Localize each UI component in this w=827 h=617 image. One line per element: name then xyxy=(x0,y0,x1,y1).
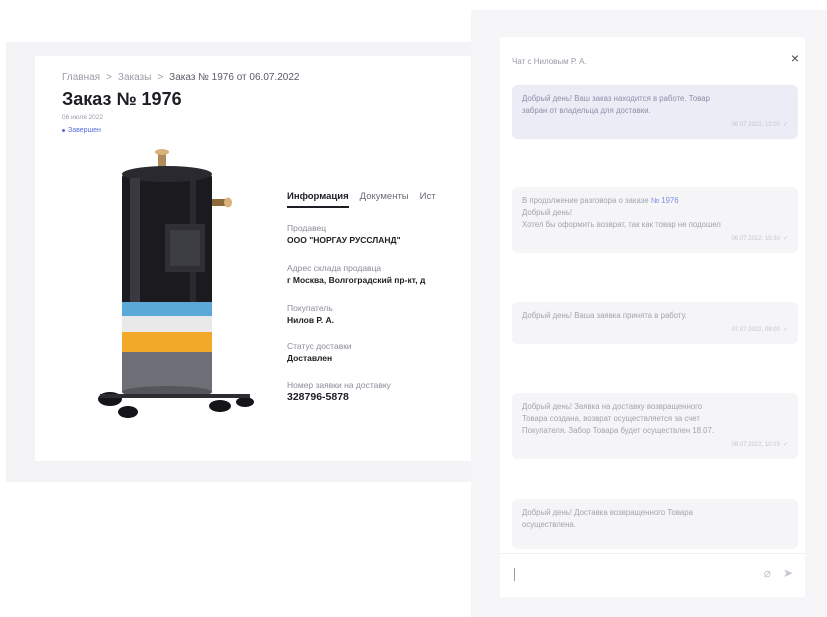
tab-history[interactable]: Ист xyxy=(420,191,436,206)
breadcrumb: Главная > Заказы > Заказ № 1976 от 06.07.202… xyxy=(62,72,299,83)
chat-input-bar: ⌀ ➤ xyxy=(500,553,805,597)
status-dot-icon xyxy=(62,128,65,132)
message-meta: 06.07.2022, 15:30 ✓ xyxy=(522,233,788,245)
read-check-icon: ✓ xyxy=(782,442,788,448)
field-value: ООО "НОРГАУ РУССЛАНД" xyxy=(287,235,401,245)
tab-documents[interactable]: Документы xyxy=(360,191,409,206)
chat-message: Добрый день! Ваша заявка принята в работ… xyxy=(512,302,798,344)
page-title: Заказ № 1976 xyxy=(62,89,182,109)
field-value: Нилов Р. А. xyxy=(287,315,335,325)
chat-panel: Чат с Ниловым Р. А. × Добрый день! Ваш з… xyxy=(471,10,827,617)
message-time: 06.07.2022, 15:30 xyxy=(731,236,780,242)
message-text: Добрый день! Заявка на доставку возвраще… xyxy=(522,402,703,411)
message-time: 06.07.2022, 12:00 xyxy=(731,122,780,128)
message-text: Хотел бы оформить возврат, так как товар… xyxy=(522,220,721,229)
product-image xyxy=(98,149,254,418)
message-text: Добрый день! Ваша заявка принята в работ… xyxy=(522,311,687,320)
field-label: Адрес склада продавца xyxy=(287,263,382,273)
field-value: г Москва, Волгоградский пр-кт, д xyxy=(287,275,426,285)
seller-field: Продавец ООО "НОРГАУ РУССЛАНД" xyxy=(287,223,401,246)
message-time: 07.07.2022, 09:00 xyxy=(731,327,780,333)
message-text: Добрый день! Ваш заказ находится в работ… xyxy=(522,94,710,103)
breadcrumb-separator: > xyxy=(106,72,112,83)
message-text: осуществлена. xyxy=(522,520,576,529)
delivery-status-field: Статус доставки Доставлен xyxy=(287,341,352,364)
chat-title: Чат с Ниловым Р. А. xyxy=(512,57,587,66)
breadcrumb-home[interactable]: Главная xyxy=(62,72,100,83)
message-input[interactable] xyxy=(514,568,515,581)
field-value: 328796-5878 xyxy=(287,391,349,403)
status-badge: Завершен xyxy=(62,127,101,134)
chat-message: Добрый день! Заявка на доставку возвраще… xyxy=(512,393,798,459)
message-text: Покупателя. Забор Товара будет осуществл… xyxy=(522,426,715,435)
status-label: Завершен xyxy=(68,127,101,134)
order-card: Главная > Заказы > Заказ № 1976 от 06.07.202… xyxy=(35,56,475,461)
chat-message: Добрый день! Доставка возвращенного Това… xyxy=(512,499,798,549)
order-link[interactable]: № 1976 xyxy=(651,196,679,205)
close-icon[interactable]: × xyxy=(791,51,799,65)
field-label: Покупатель xyxy=(287,303,333,313)
buyer-field: Покупатель Нилов Р. А. xyxy=(287,303,334,326)
message-text: Товара создана, возврат осуществляется з… xyxy=(522,414,700,423)
read-check-icon: ✓ xyxy=(782,122,788,128)
message-time: 08.07.2022, 10:15 xyxy=(731,442,780,448)
message-meta: 06.07.2022, 12:00 ✓ xyxy=(522,119,788,131)
chat-message: В продолжение разговора о заказе № 1976 … xyxy=(512,187,798,253)
read-check-icon: ✓ xyxy=(782,327,788,333)
message-text: Добрый день! Доставка возвращенного Това… xyxy=(522,508,693,517)
warehouse-address-field: Адрес склада продавца г Москва, Волгогра… xyxy=(287,263,425,286)
delivery-request-field: Номер заявки на доставку 328796-5878 xyxy=(287,380,391,403)
breadcrumb-separator: > xyxy=(157,72,164,83)
chat-message: Добрый день! Ваш заказ находится в работ… xyxy=(512,85,798,139)
read-check-icon: ✓ xyxy=(782,236,788,242)
message-text: Добрый день! xyxy=(522,208,573,217)
message-meta: 07.07.2022, 09:00 ✓ xyxy=(522,324,788,336)
field-label: Продавец xyxy=(287,223,327,233)
paperclip-icon[interactable]: ⌀ xyxy=(764,566,771,580)
breadcrumb-current: Заказ № 1976 от 06.07.2022 xyxy=(169,72,300,83)
send-icon[interactable]: ➤ xyxy=(783,566,793,580)
breadcrumb-orders[interactable]: Заказы xyxy=(118,72,151,83)
order-date: 06 июля 2022 xyxy=(62,114,103,121)
field-label: Статус доставки xyxy=(287,341,352,351)
message-prefix: В продолжение разговора о заказе xyxy=(522,196,651,205)
chat-window: Чат с Ниловым Р. А. × Добрый день! Ваш з… xyxy=(500,37,805,597)
field-label: Номер заявки на доставку xyxy=(287,380,391,390)
tabs: Информация Документы Ист xyxy=(287,191,447,208)
message-meta: 08.07.2022, 10:15 ✓ xyxy=(522,439,788,451)
tab-information[interactable]: Информация xyxy=(287,191,349,208)
field-value: Доставлен xyxy=(287,353,333,363)
message-text: забран от владельца для доставки. xyxy=(522,106,651,115)
message-text: В продолжение разговора о заказе № 1976 xyxy=(522,195,788,207)
